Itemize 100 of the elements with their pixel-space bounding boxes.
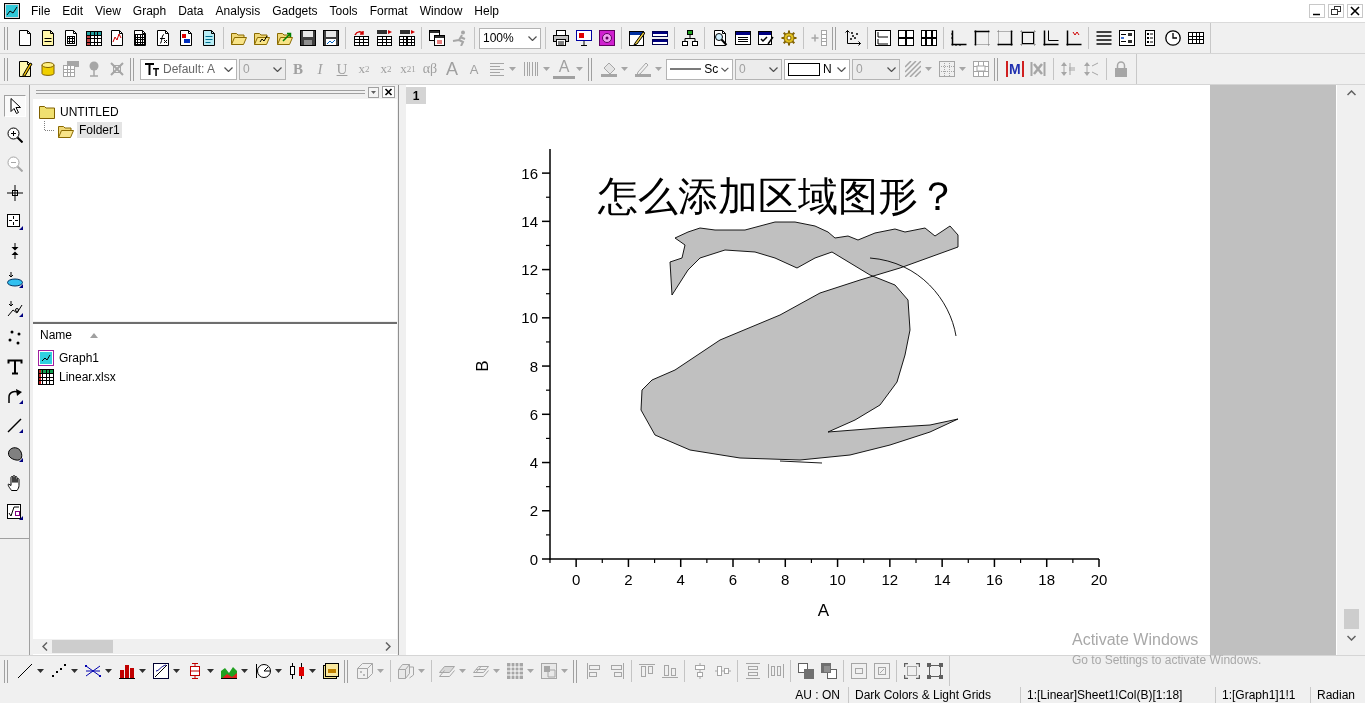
column-header[interactable]: Name bbox=[40, 328, 98, 342]
layout-page-icon[interactable] bbox=[177, 30, 194, 46]
floppy-chart-icon[interactable] bbox=[322, 30, 339, 46]
top-left-axes-icon[interactable] bbox=[973, 30, 990, 46]
graph-window-icon[interactable] bbox=[38, 349, 54, 366]
menu-item[interactable]: Help bbox=[468, 2, 505, 20]
folder-chart-icon[interactable] bbox=[253, 30, 270, 46]
gear-icon[interactable] bbox=[780, 30, 797, 46]
layer-tab[interactable]: 1 bbox=[406, 87, 426, 104]
hierarchy-icon[interactable] bbox=[681, 30, 698, 46]
disc-tile-icon[interactable] bbox=[598, 30, 615, 46]
chart-frame-icon[interactable] bbox=[152, 663, 169, 679]
chevron-icon[interactable] bbox=[721, 66, 729, 72]
chevron-icon[interactable] bbox=[224, 66, 233, 72]
zoom-dropdown[interactable]: 100% bbox=[479, 27, 541, 49]
line-icon[interactable] bbox=[16, 663, 33, 679]
send-back-icon[interactable] bbox=[820, 663, 837, 679]
close-icon[interactable] bbox=[1347, 4, 1363, 18]
menu-item[interactable]: File bbox=[25, 2, 57, 20]
frame-group-icon[interactable] bbox=[926, 663, 943, 679]
chart-page-icon[interactable] bbox=[108, 30, 125, 46]
close-small-icon[interactable] bbox=[382, 86, 395, 98]
two-panel-icon[interactable] bbox=[874, 30, 891, 46]
app-icon[interactable] bbox=[4, 3, 20, 19]
polar-icon[interactable] bbox=[254, 663, 271, 679]
menu-item[interactable]: Tools bbox=[323, 2, 364, 20]
two-panes-icon[interactable] bbox=[651, 30, 668, 46]
minimize-icon[interactable] bbox=[1309, 4, 1325, 18]
m-button[interactable]: M bbox=[1006, 61, 1024, 77]
pointer-icon[interactable] bbox=[3, 95, 26, 117]
dotted-grid-icon[interactable] bbox=[938, 61, 955, 77]
caret-icon[interactable] bbox=[105, 669, 112, 673]
candlestick-icon[interactable] bbox=[288, 663, 305, 679]
list-item[interactable]: Linear.xlsx bbox=[57, 368, 118, 385]
pen-window-icon[interactable] bbox=[628, 30, 645, 46]
chevron-icon[interactable] bbox=[528, 35, 537, 41]
table-arrow-icon[interactable] bbox=[352, 30, 369, 46]
menu-item[interactable]: Edit bbox=[56, 2, 90, 20]
marked-axes-icon[interactable] bbox=[1065, 30, 1082, 46]
bar-chart-icon[interactable] bbox=[118, 663, 135, 679]
line-symbol-icon[interactable] bbox=[84, 663, 101, 679]
frame-corners-icon[interactable] bbox=[903, 663, 920, 679]
pen-page-icon[interactable] bbox=[16, 61, 33, 77]
bottom-right-axes-icon[interactable] bbox=[996, 30, 1013, 46]
menu-item[interactable]: Graph bbox=[126, 2, 173, 20]
blank-page-icon[interactable] bbox=[16, 30, 33, 46]
image-tile-icon[interactable] bbox=[540, 663, 557, 679]
tree-item[interactable]: Folder1 bbox=[77, 122, 122, 138]
six-panel-icon[interactable] bbox=[920, 30, 937, 46]
caret-icon[interactable] bbox=[241, 669, 248, 673]
list-item[interactable]: Graph1 bbox=[57, 349, 102, 366]
number-tables-icon[interactable] bbox=[398, 30, 415, 46]
menu-item[interactable]: Window bbox=[413, 2, 469, 20]
double-axes-icon[interactable] bbox=[1042, 30, 1059, 46]
template-icon[interactable] bbox=[322, 663, 339, 679]
four-panel-icon[interactable] bbox=[897, 30, 914, 46]
caret-icon[interactable] bbox=[309, 669, 316, 673]
chevron-up-icon[interactable] bbox=[1346, 90, 1356, 96]
notes-page-icon[interactable] bbox=[200, 30, 217, 46]
caret-icon[interactable] bbox=[37, 669, 44, 673]
chevron-right-icon[interactable] bbox=[385, 642, 391, 651]
caret-icon[interactable] bbox=[173, 669, 180, 673]
menu-item[interactable]: Analysis bbox=[209, 2, 267, 20]
caret-icon[interactable] bbox=[71, 669, 78, 673]
spreadsheet-icon[interactable] bbox=[85, 30, 102, 46]
clock-icon[interactable] bbox=[1164, 30, 1181, 46]
menu-item[interactable]: View bbox=[89, 2, 127, 20]
stacked-windows-icon[interactable] bbox=[428, 30, 445, 46]
scatter-axes-icon[interactable] bbox=[844, 30, 861, 46]
fill-dropdown[interactable]: N bbox=[784, 58, 850, 80]
menu-item[interactable]: Data bbox=[172, 2, 210, 20]
checklist-icon[interactable] bbox=[757, 30, 774, 46]
horizontal-scrollbar[interactable] bbox=[33, 639, 397, 654]
font-icon[interactable] bbox=[144, 61, 160, 77]
bottom-left-axes-icon[interactable] bbox=[950, 30, 967, 46]
caret-icon[interactable] bbox=[275, 669, 282, 673]
dropdown-icon[interactable] bbox=[368, 86, 379, 98]
bring-front-icon[interactable] bbox=[797, 663, 814, 679]
four-sided-axes-icon[interactable] bbox=[1019, 30, 1036, 46]
open-folder-icon[interactable] bbox=[230, 30, 247, 46]
menu-item[interactable]: Gadgets bbox=[266, 2, 324, 20]
horizontal-lines-icon[interactable] bbox=[1095, 30, 1112, 46]
cylinder-icon[interactable] bbox=[39, 61, 56, 77]
scrollbar-thumb[interactable] bbox=[1343, 609, 1359, 629]
window-list-icon[interactable] bbox=[734, 30, 751, 46]
caret-icon[interactable] bbox=[207, 669, 214, 673]
table-icon[interactable] bbox=[1187, 30, 1204, 46]
font-dropdown[interactable]: Default: A bbox=[140, 58, 237, 80]
workbook-icon[interactable] bbox=[38, 368, 54, 385]
line-style-dropdown[interactable]: Sc bbox=[666, 58, 733, 80]
scrollbar-thumb[interactable] bbox=[52, 640, 113, 653]
restore-icon[interactable] bbox=[1328, 4, 1344, 18]
chevron-down-icon[interactable] bbox=[1346, 635, 1356, 641]
menu-item[interactable]: Format bbox=[363, 2, 414, 20]
dots-icon[interactable] bbox=[50, 663, 67, 679]
grid-page-icon[interactable] bbox=[131, 30, 148, 46]
grid-tile-icon[interactable] bbox=[506, 663, 523, 679]
caret-icon[interactable] bbox=[139, 669, 146, 673]
legend-icon[interactable] bbox=[1118, 30, 1135, 46]
chevron-left-icon[interactable] bbox=[42, 642, 48, 651]
